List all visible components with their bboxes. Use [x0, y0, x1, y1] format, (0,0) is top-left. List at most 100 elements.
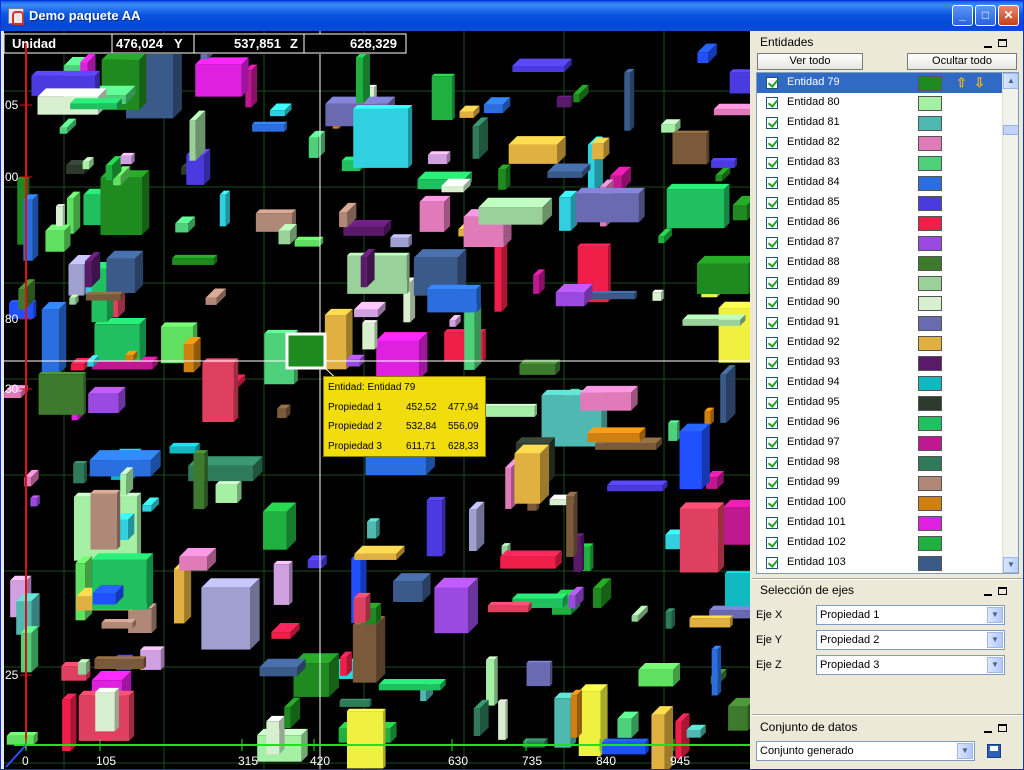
- color-swatch[interactable]: [918, 136, 942, 151]
- entities-list[interactable]: Entidad 79 ⇧ ⇩ Entidad 80 Entidad 81 Entidad …: [756, 72, 1019, 574]
- entity-list-item[interactable]: Entidad 97: [757, 433, 1002, 453]
- entity-list-item[interactable]: Entidad 95: [757, 393, 1002, 413]
- axes-panel-controls[interactable]: [984, 586, 1008, 598]
- entity-list-item[interactable]: Entidad 83: [757, 153, 1002, 173]
- checkbox[interactable]: [766, 157, 778, 169]
- panel-minimize-icon[interactable]: [984, 731, 992, 733]
- panel-minimize-icon[interactable]: [984, 594, 992, 596]
- color-swatch[interactable]: [918, 336, 942, 351]
- color-swatch[interactable]: [918, 496, 942, 511]
- entity-list-item[interactable]: Entidad 103: [757, 553, 1002, 573]
- color-swatch[interactable]: [918, 96, 942, 111]
- color-swatch[interactable]: [918, 236, 942, 251]
- color-swatch[interactable]: [918, 216, 942, 231]
- entity-list-item[interactable]: Entidad 91: [757, 313, 1002, 333]
- color-swatch[interactable]: [918, 196, 942, 211]
- checkbox[interactable]: [766, 317, 778, 329]
- color-swatch[interactable]: [918, 376, 942, 391]
- move-down-icon[interactable]: ⇩: [974, 76, 986, 89]
- color-swatch[interactable]: [918, 396, 942, 411]
- save-icon[interactable]: [987, 744, 1001, 758]
- move-up-icon[interactable]: ⇧: [956, 76, 968, 89]
- checkbox[interactable]: [766, 357, 778, 369]
- checkbox[interactable]: [766, 337, 778, 349]
- scroll-thumb[interactable]: [1003, 125, 1018, 135]
- checkbox[interactable]: [766, 377, 778, 389]
- entity-list-item[interactable]: Entidad 102: [757, 533, 1002, 553]
- checkbox[interactable]: [766, 237, 778, 249]
- panel-maximize-icon[interactable]: [998, 39, 1007, 47]
- color-swatch[interactable]: [918, 436, 942, 451]
- axis-y-select[interactable]: Propiedad 2 ▼: [816, 630, 1005, 650]
- entity-list-item[interactable]: Entidad 89: [757, 273, 1002, 293]
- title-bar[interactable]: Demo paquete AA _ □ ✕: [1, 1, 1023, 31]
- color-swatch[interactable]: [918, 316, 942, 331]
- color-swatch[interactable]: [918, 76, 942, 91]
- checkbox[interactable]: [766, 217, 778, 229]
- axis-x-select[interactable]: Propiedad 1 ▼: [816, 605, 1005, 625]
- color-swatch[interactable]: [918, 536, 942, 551]
- checkbox[interactable]: [766, 397, 778, 409]
- entity-list-item[interactable]: Entidad 99: [757, 473, 1002, 493]
- close-button[interactable]: ✕: [998, 5, 1019, 26]
- entity-list-item[interactable]: Entidad 80: [757, 93, 1002, 113]
- checkbox[interactable]: [766, 177, 778, 189]
- checkbox[interactable]: [766, 517, 778, 529]
- entity-list-item[interactable]: Entidad 94: [757, 373, 1002, 393]
- entity-list-item[interactable]: Entidad 98: [757, 453, 1002, 473]
- panel-maximize-icon[interactable]: [998, 587, 1007, 595]
- checkbox[interactable]: [766, 97, 778, 109]
- checkbox[interactable]: [766, 457, 778, 469]
- color-swatch[interactable]: [918, 176, 942, 191]
- entity-list-item[interactable]: Entidad 88: [757, 253, 1002, 273]
- checkbox[interactable]: [766, 537, 778, 549]
- checkbox[interactable]: [766, 297, 778, 309]
- color-swatch[interactable]: [918, 356, 942, 371]
- dataset-panel-controls[interactable]: [984, 723, 1008, 735]
- chevron-down-icon[interactable]: ▼: [957, 743, 973, 759]
- entity-list-item[interactable]: Entidad 100: [757, 493, 1002, 513]
- color-swatch[interactable]: [918, 276, 942, 291]
- 3d-scatter-canvas[interactable]: 0 105 315 420 630 735 840 945 05 00 80 30 25 Unidad …: [4, 31, 750, 769]
- entities-scrollbar[interactable]: ▲ ▼: [1002, 73, 1018, 573]
- color-swatch[interactable]: [918, 456, 942, 471]
- color-swatch[interactable]: [918, 556, 942, 571]
- checkbox[interactable]: [766, 257, 778, 269]
- checkbox[interactable]: [766, 437, 778, 449]
- checkbox[interactable]: [766, 77, 778, 89]
- color-swatch[interactable]: [918, 476, 942, 491]
- panel-minimize-icon[interactable]: [984, 46, 992, 48]
- show-all-button[interactable]: Ver todo: [757, 53, 863, 70]
- entities-panel-controls[interactable]: [984, 38, 1008, 50]
- color-swatch[interactable]: [918, 516, 942, 531]
- hide-all-button[interactable]: Ocultar todo: [907, 53, 1017, 70]
- color-swatch[interactable]: [918, 416, 942, 431]
- scroll-down-icon[interactable]: ▼: [1003, 557, 1018, 573]
- entity-list-item[interactable]: Entidad 92: [757, 333, 1002, 353]
- minimize-button[interactable]: _: [952, 5, 973, 26]
- color-swatch[interactable]: [918, 296, 942, 311]
- entity-list-item[interactable]: Entidad 101: [757, 513, 1002, 533]
- entity-list-item[interactable]: Entidad 93: [757, 353, 1002, 373]
- entity-list-item[interactable]: Entidad 84: [757, 173, 1002, 193]
- entity-list-item[interactable]: Entidad 81: [757, 113, 1002, 133]
- color-swatch[interactable]: [918, 116, 942, 131]
- dataset-select[interactable]: Conjunto generado ▼: [756, 741, 975, 761]
- chevron-down-icon[interactable]: ▼: [987, 632, 1003, 648]
- chevron-down-icon[interactable]: ▼: [987, 657, 1003, 673]
- entity-list-item[interactable]: Entidad 85: [757, 193, 1002, 213]
- entity-list-item[interactable]: Entidad 86: [757, 213, 1002, 233]
- checkbox[interactable]: [766, 497, 778, 509]
- checkbox[interactable]: [766, 477, 778, 489]
- color-swatch[interactable]: [918, 256, 942, 271]
- checkbox[interactable]: [766, 557, 778, 569]
- checkbox[interactable]: [766, 117, 778, 129]
- checkbox[interactable]: [766, 137, 778, 149]
- entity-list-item[interactable]: Entidad 96: [757, 413, 1002, 433]
- axis-z-select[interactable]: Propiedad 3 ▼: [816, 655, 1005, 675]
- entity-list-item[interactable]: Entidad 79 ⇧ ⇩: [757, 73, 1002, 93]
- scroll-up-icon[interactable]: ▲: [1003, 73, 1018, 89]
- entity-list-item[interactable]: Entidad 87: [757, 233, 1002, 253]
- panel-maximize-icon[interactable]: [998, 724, 1007, 732]
- checkbox[interactable]: [766, 417, 778, 429]
